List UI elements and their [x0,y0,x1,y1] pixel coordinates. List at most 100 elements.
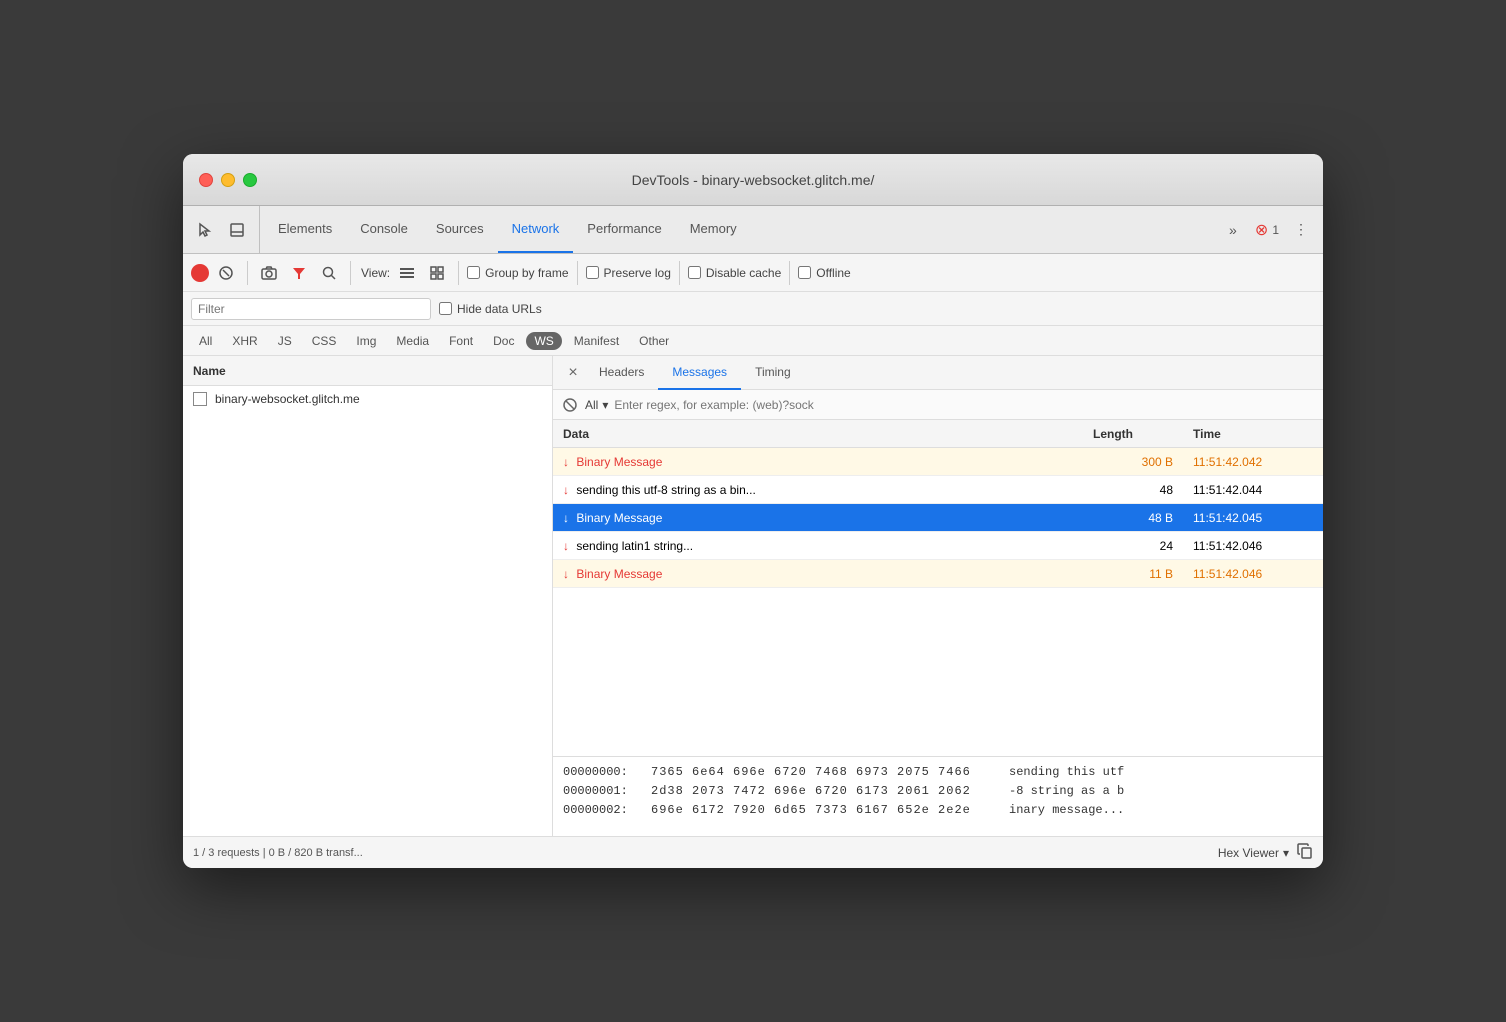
close-detail-button[interactable]: × [561,361,585,385]
cursor-icon[interactable] [191,216,219,244]
msg-time-cell: 11:51:42.044 [1183,483,1323,497]
close-button[interactable] [199,173,213,187]
table-row[interactable]: ↓ sending this utf-8 string as a bin... … [553,476,1323,504]
tab-elements[interactable]: Elements [264,206,346,253]
table-row[interactable]: ↓ Binary Message 300 B 11:51:42.042 [553,448,1323,476]
msg-length-cell: 11 B [1083,567,1183,581]
type-btn-manifest[interactable]: Manifest [566,332,627,350]
tab-network[interactable]: Network [498,206,574,253]
preserve-log-checkbox[interactable]: Preserve log [586,266,671,280]
view-grid-icon[interactable] [424,260,450,286]
tab-timing[interactable]: Timing [741,356,805,390]
col-header-time: Time [1183,427,1323,441]
msg-time: 11:51:42.042 [1193,455,1262,469]
devtools-icons [191,206,260,253]
chevron-down-icon: ▾ [1283,846,1289,860]
msg-time: 11:51:42.044 [1193,483,1262,497]
type-btn-all[interactable]: All [191,332,220,350]
disable-cache-checkbox[interactable]: Disable cache [688,266,781,280]
table-row[interactable]: ↓ Binary Message 48 B 11:51:42.045 [553,504,1323,532]
copy-icon[interactable] [1297,843,1313,862]
camera-icon[interactable] [256,260,282,286]
requests-status: 1 / 3 requests | 0 B / 820 B transf... [193,847,363,859]
disable-cache-input[interactable] [688,266,701,279]
error-section: ⊗ 1 [1255,220,1279,240]
tabbar-right: » ⊗ 1 ⋮ [1219,206,1315,253]
hex-addr: 00000000: [563,763,643,782]
toolbar-separator-3 [458,261,459,285]
type-btn-css[interactable]: CSS [304,332,345,350]
hex-viewer: 00000000: 7365 6e64 696e 6720 7468 6973 … [553,756,1323,836]
view-list-icon[interactable] [394,260,420,286]
hide-urls-input[interactable] [439,302,452,315]
arrow-down-icon: ↓ [563,483,569,497]
window-title: DevTools - binary-websocket.glitch.me/ [632,172,875,188]
dock-icon[interactable] [223,216,251,244]
request-name: binary-websocket.glitch.me [215,392,360,406]
col-header-data: Data [553,427,1083,441]
name-column-header: Name [183,356,552,386]
group-by-frame-input[interactable] [467,266,480,279]
tab-sources[interactable]: Sources [422,206,498,253]
stop-recording-icon[interactable] [213,260,239,286]
filter-bar: Hide data URLs [183,292,1323,326]
minimize-button[interactable] [221,173,235,187]
more-tabs-icon[interactable]: » [1219,216,1247,244]
msg-time: 11:51:42.046 [1193,539,1262,553]
tab-performance[interactable]: Performance [573,206,675,253]
msg-length: 48 [1160,483,1173,497]
messages-type-select[interactable]: All ▾ [585,398,608,412]
network-toolbar: View: Group by frame Preserve log Disabl… [183,254,1323,292]
filter-icon[interactable] [286,260,312,286]
type-btn-doc[interactable]: Doc [485,332,522,350]
record-button[interactable] [191,264,209,282]
offline-checkbox[interactable]: Offline [798,266,850,280]
hex-ascii: sending this utf [1009,763,1124,782]
error-count: 1 [1272,223,1279,237]
tab-memory[interactable]: Memory [676,206,751,253]
type-btn-media[interactable]: Media [388,332,437,350]
request-item[interactable]: binary-websocket.glitch.me [183,386,552,412]
type-btn-img[interactable]: Img [348,332,384,350]
toolbar-separator-1 [247,261,248,285]
fullscreen-button[interactable] [243,173,257,187]
type-btn-ws[interactable]: WS [526,332,561,350]
main-content: Name binary-websocket.glitch.me × Header… [183,356,1323,836]
msg-time-cell: 11:51:42.046 [1183,539,1323,553]
no-filter-icon[interactable] [561,396,579,414]
msg-length-cell: 48 B [1083,511,1183,525]
toolbar-separator-6 [789,261,790,285]
type-btn-js[interactable]: JS [270,332,300,350]
msg-data-text: Binary Message [576,511,662,525]
group-by-frame-checkbox[interactable]: Group by frame [467,266,568,280]
msg-data-cell: ↓ Binary Message [553,567,1083,581]
settings-icon[interactable]: ⋮ [1287,216,1315,244]
hex-viewer-button[interactable]: Hex Viewer ▾ [1218,846,1289,860]
msg-data-text: Binary Message [576,455,662,469]
offline-input[interactable] [798,266,811,279]
tab-headers[interactable]: Headers [585,356,658,390]
preserve-log-input[interactable] [586,266,599,279]
msg-data-text: sending latin1 string... [576,539,693,553]
traffic-lights [199,173,257,187]
messages-regex-input[interactable] [614,398,1315,412]
titlebar: DevTools - binary-websocket.glitch.me/ [183,154,1323,206]
table-row[interactable]: ↓ sending latin1 string... 24 11:51:42.0… [553,532,1323,560]
tab-console[interactable]: Console [346,206,422,253]
type-filter-bar: All XHR JS CSS Img Media Font Doc WS Man… [183,326,1323,356]
hex-ascii: inary message... [1009,801,1124,820]
left-panel: Name binary-websocket.glitch.me [183,356,553,836]
msg-time-cell: 11:51:42.046 [1183,567,1323,581]
msg-data-cell: ↓ Binary Message [553,511,1083,525]
filter-input[interactable] [191,298,431,320]
type-btn-xhr[interactable]: XHR [224,332,265,350]
hide-urls-checkbox[interactable]: Hide data URLs [439,302,542,316]
type-btn-font[interactable]: Font [441,332,481,350]
status-bar: 1 / 3 requests | 0 B / 820 B transf... H… [183,836,1323,868]
tab-messages[interactable]: Messages [658,356,741,390]
search-icon[interactable] [316,260,342,286]
hex-line: 00000001: 2d38 2073 7472 696e 6720 6173 … [563,782,1313,801]
type-btn-other[interactable]: Other [631,332,677,350]
messages-table: Data Length Time ↓ Binary Message 300 B … [553,420,1323,756]
table-row[interactable]: ↓ Binary Message 11 B 11:51:42.046 [553,560,1323,588]
